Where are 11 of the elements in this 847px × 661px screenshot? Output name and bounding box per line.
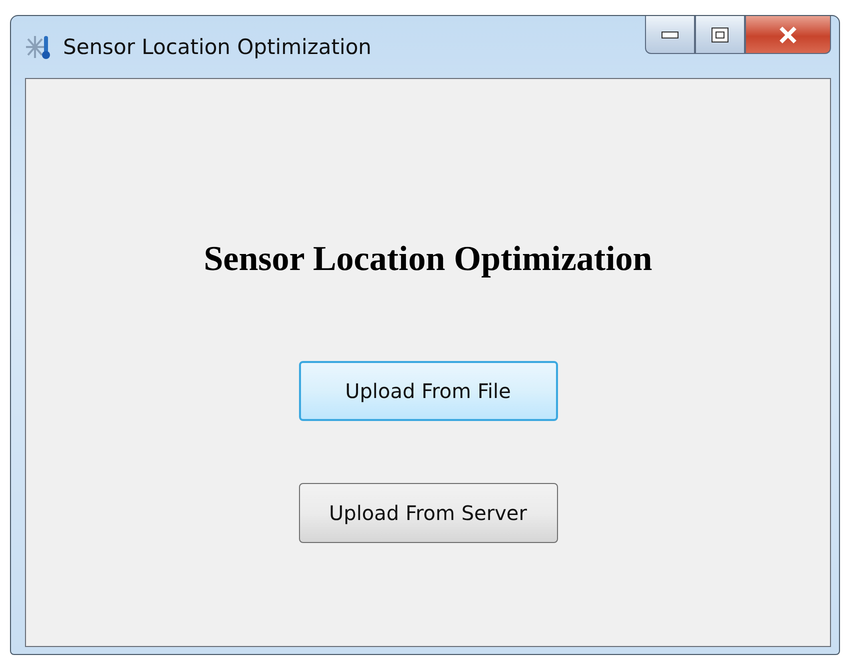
minimize-button[interactable]	[645, 16, 695, 54]
maximize-icon	[711, 26, 729, 42]
snowflake-thermometer-icon	[25, 33, 53, 61]
upload-button[interactable]: Upload From Server	[298, 483, 558, 543]
heading: Sensor Location Optimization	[204, 239, 652, 279]
minimize-icon	[661, 30, 679, 38]
window-title: Sensor Location Optimization	[63, 35, 372, 59]
upload-button[interactable]: Upload From File	[298, 361, 558, 421]
close-button[interactable]	[745, 16, 831, 54]
maximize-button[interactable]	[695, 16, 745, 54]
close-icon	[778, 26, 798, 44]
